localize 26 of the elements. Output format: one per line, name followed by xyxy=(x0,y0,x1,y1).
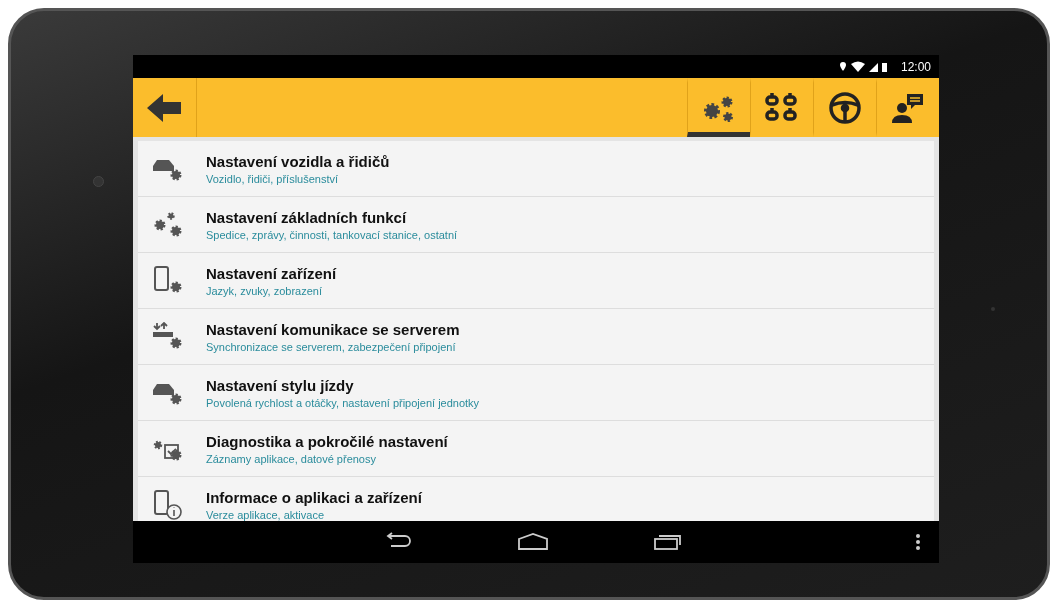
settings-item[interactable]: Nastavení základních funkcí Spedice, zprávy, činnosti, tankovací stanice, ostatní xyxy=(138,197,934,253)
item-subtitle: Jazyk, zvuky, zobrazení xyxy=(206,284,323,297)
settings-item[interactable]: Nastavení zařízení Jazyk, zvuky, zobrazení xyxy=(138,253,934,309)
recents-icon[interactable] xyxy=(653,532,683,552)
settings-item[interactable]: Nastavení stylu jízdy Povolená rychlost a otáčky, nastavení připojení jednotky xyxy=(138,365,934,421)
item-subtitle: Synchronizace se serverem, zabezpečení připojení xyxy=(206,340,457,353)
settings-item[interactable]: Nastavení vozidla a řidičů Vozidlo, řidiči, příslušenství xyxy=(138,141,934,197)
item-title: Diagnostika a pokročilé nastavení xyxy=(206,432,448,450)
item-subtitle: Povolená rychlost a otáčky, nastavení připojení jednotky xyxy=(206,396,480,409)
item-title: Nastavení komunikace se serverem xyxy=(206,320,460,338)
item-title: Nastavení vozidla a řidičů xyxy=(206,152,390,170)
item-subtitle: Spedice, zprávy, činnosti, tankovací stanice, ostatní xyxy=(206,228,458,241)
steering-wheel-icon xyxy=(826,90,864,125)
home-icon[interactable] xyxy=(517,532,549,552)
item-title: Informace o aplikaci a zařízení xyxy=(206,488,422,506)
menu-icon[interactable] xyxy=(915,533,921,551)
item-subtitle: Verze aplikace, aktivace xyxy=(206,508,325,521)
clock-time: 12:00 xyxy=(900,59,931,74)
camera-icon xyxy=(93,176,104,187)
item-title: Nastavení zařízení xyxy=(206,264,337,282)
item-title: Nastavení stylu jízdy xyxy=(206,376,355,394)
settings-item[interactable]: Nastavení komunikace se serverem Synchronizace se serverem, zabezpečení připojení xyxy=(138,309,934,365)
item-subtitle: Vozidlo, řidiči, příslušenství xyxy=(206,172,340,185)
item-title: Nastavení základních funkcí xyxy=(206,208,408,226)
settings-item[interactable]: Diagnostika a pokročilé nastavení Záznamy aplikace, datové přenosy xyxy=(138,421,934,477)
item-subtitle: Záznamy aplikace, datové přenosy xyxy=(206,452,377,465)
